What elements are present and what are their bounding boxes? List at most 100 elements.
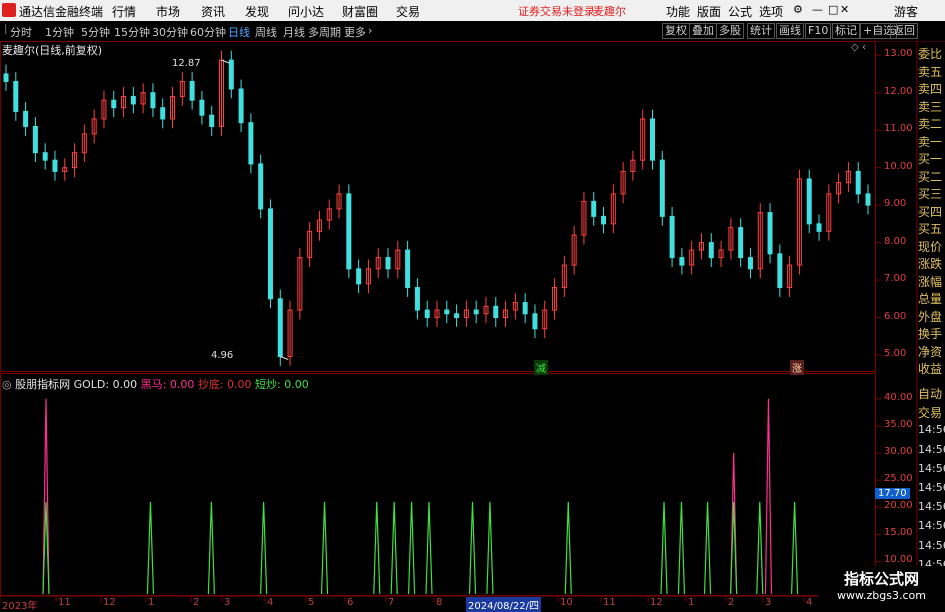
high-marker-line	[221, 59, 230, 64]
sub-y-label: 25.00	[884, 473, 913, 485]
heima-value: 0.00	[169, 378, 195, 391]
candle-body	[444, 309, 450, 315]
watermark: 指标公式网 www.zbgs3.com	[818, 566, 945, 609]
cursor-date-label: 2024/08/22/四	[466, 597, 542, 612]
candle-body	[111, 99, 117, 109]
watermark-url: www.zbgs3.com	[837, 589, 926, 602]
main-y-label: 8.00	[884, 235, 907, 247]
sub-chart-toggle-icon[interactable]: ◎	[2, 378, 12, 391]
chaodi-value: 0.00	[227, 378, 252, 391]
candle-body	[493, 305, 499, 319]
candle-body	[806, 178, 812, 225]
side-sub-time: 14:56	[918, 500, 945, 514]
side-quote-item[interactable]: 委比	[918, 45, 945, 62]
duanchao-spike	[564, 501, 572, 595]
low-marker-line	[280, 356, 289, 360]
candle-body	[160, 107, 166, 120]
candle-body	[189, 80, 195, 101]
candle-body	[659, 159, 665, 217]
candle-body	[385, 257, 391, 270]
main-chart-frame	[0, 41, 876, 372]
side-quote-item[interactable]: 卖五	[918, 63, 945, 80]
duanchao-spike	[407, 501, 416, 595]
high-price-marker: 12.87	[172, 58, 201, 69]
candle-body	[150, 92, 156, 109]
chart-canvas	[0, 41, 918, 602]
candle-body	[816, 223, 822, 232]
side-quote-item[interactable]: 现价	[918, 238, 945, 255]
side-quote-item[interactable]: 涨幅	[918, 273, 945, 290]
main-y-label: 12.00	[884, 85, 913, 97]
side-quote-item[interactable]: 卖一	[918, 133, 945, 150]
duanchao-spike	[260, 501, 268, 595]
candle-body	[855, 170, 861, 195]
candle-body	[238, 88, 244, 124]
side-sub-time: 14:56	[918, 538, 945, 552]
candle-body	[248, 122, 254, 165]
duanchao-spike	[660, 501, 668, 595]
side-quote-item[interactable]: 买二	[918, 168, 945, 185]
side-sub-tab[interactable]: 自动	[918, 385, 945, 402]
side-sub-time: 14:56	[918, 481, 945, 494]
side-quote-item[interactable]: 涨跌	[918, 255, 945, 272]
duanchao-spike	[468, 501, 477, 595]
side-quote-item[interactable]: 买五	[918, 220, 945, 237]
candle-body	[747, 257, 753, 270]
side-quote-item[interactable]: 买三	[918, 185, 945, 202]
candle-body	[591, 200, 597, 217]
side-quote-item[interactable]: 总量	[918, 290, 945, 307]
side-quote-item[interactable]: 收益	[918, 360, 945, 377]
candle-body	[258, 163, 264, 210]
current-value-badge: 17.70	[875, 488, 910, 499]
main-y-label: 6.00	[884, 310, 907, 322]
duanchao-spike	[790, 501, 799, 595]
main-y-label: 13.00	[884, 48, 913, 60]
candle-body	[708, 242, 714, 259]
main-y-label: 11.00	[884, 123, 913, 135]
candle-body	[32, 125, 38, 154]
candle-body	[356, 268, 362, 285]
sub-y-label: 10.00	[884, 554, 913, 566]
sub-y-label: 15.00	[884, 527, 913, 539]
side-quote-item[interactable]: 换手	[918, 325, 945, 342]
side-quote-item[interactable]: 买四	[918, 203, 945, 220]
x-axis-label: 1	[688, 597, 695, 608]
duanchao-spike	[207, 501, 215, 595]
candle-body	[405, 249, 411, 289]
x-axis-label: 10	[560, 597, 573, 608]
side-quote-item[interactable]: 卖四	[918, 80, 945, 97]
main-y-label: 7.00	[884, 273, 907, 285]
side-sub-tab[interactable]: 交易	[918, 404, 945, 421]
sub-y-label: 30.00	[884, 446, 913, 458]
duanchao-spike	[425, 501, 433, 595]
gold-spike	[764, 398, 773, 595]
duanchao-spike	[486, 501, 494, 595]
side-quote-item[interactable]: 外盘	[918, 308, 945, 325]
x-axis-label: 6	[347, 597, 354, 608]
x-axis-label: 2023年	[2, 601, 38, 612]
duanchao-label: 短炒:	[255, 378, 281, 391]
side-quote-item[interactable]: 卖二	[918, 115, 945, 132]
side-sub-time: 14:56	[918, 442, 945, 456]
duanchao-spike	[730, 501, 738, 595]
side-sub-time: 14:56	[918, 519, 945, 533]
candle-body	[23, 110, 29, 127]
candle-body	[473, 309, 479, 315]
candle-body	[130, 95, 136, 105]
side-quote-item[interactable]: 卖三	[918, 98, 945, 115]
x-axis-label: 12	[650, 597, 663, 608]
duanchao-value: 0.00	[284, 378, 309, 391]
candle-body	[767, 212, 773, 255]
duanchao-spike	[390, 501, 398, 595]
side-quote-item[interactable]: 买一	[918, 150, 945, 167]
indicator-name[interactable]: 股朋指标网	[15, 378, 70, 391]
sub-y-label: 40.00	[884, 391, 913, 403]
x-axis-label: 2	[728, 597, 735, 608]
duanchao-spike	[677, 501, 686, 595]
sub-chart-frame	[0, 373, 876, 596]
gold-label: GOLD:	[73, 378, 110, 391]
duanchao-spike	[703, 501, 712, 595]
candle-body	[42, 152, 48, 161]
candle-body	[277, 298, 283, 358]
side-quote-item[interactable]: 净资	[918, 343, 945, 360]
